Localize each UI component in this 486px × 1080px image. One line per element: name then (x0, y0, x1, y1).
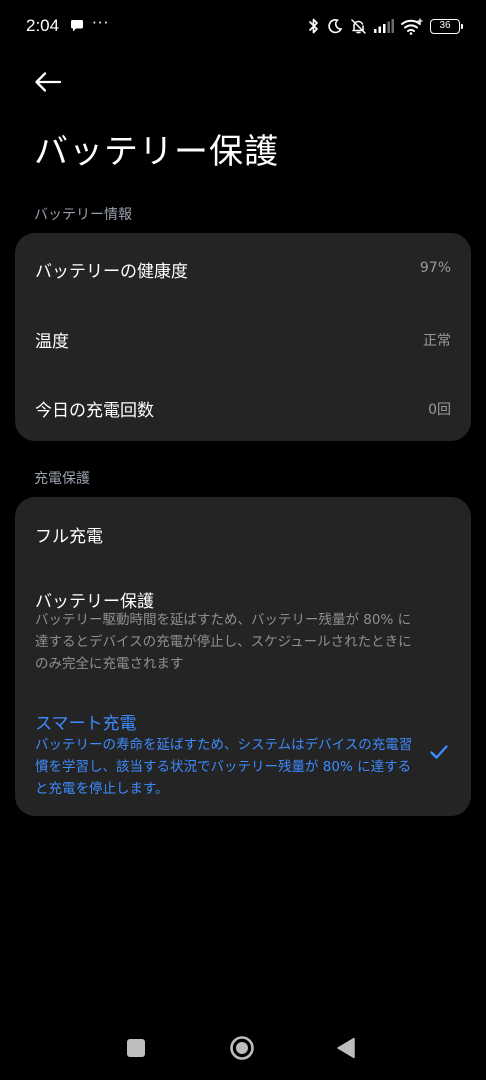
page-title: バッテリー保護 (34, 132, 279, 172)
checkmark-icon (430, 745, 448, 759)
arrow-left-icon (35, 72, 62, 92)
status-icons: 36 (308, 14, 463, 38)
moon-icon (328, 19, 343, 34)
row-value: 正常 (423, 333, 451, 349)
battery-icon: 36 (430, 18, 463, 34)
row-value: 97% (419, 260, 451, 276)
row-value: 0回 (428, 402, 451, 418)
battery-level: 36 (439, 20, 451, 31)
row-label: バッテリーの健康度 (35, 262, 188, 282)
option-title: スマート充電 (35, 714, 137, 734)
battery-info-card: バッテリーの健康度 97% 温度 正常 今日の充電回数 0回 (15, 233, 471, 441)
signal-icon (374, 19, 394, 33)
recent-apps-icon[interactable] (127, 1039, 145, 1057)
option-title: フル充電 (35, 527, 103, 547)
back-button[interactable] (26, 62, 70, 102)
row-label: 温度 (35, 332, 69, 352)
bell-off-icon (351, 18, 366, 34)
section-label-battery-info: バッテリー情報 (34, 207, 132, 223)
option-full-charge[interactable]: フル充電 (15, 497, 471, 569)
navigation-bar (0, 1020, 486, 1080)
wifi-icon (401, 17, 423, 35)
option-description: バッテリーの寿命を延ばすため、システムはデバイスの充電習慣を学習し、該当する状況… (35, 737, 413, 797)
option-description: バッテリー駆動時間を延ばすため、バッテリー残量が 80% に達するとデバイスの充… (35, 612, 412, 672)
charge-count-row[interactable]: 今日の充電回数 0回 (15, 372, 471, 441)
option-smart-charging[interactable]: スマート充電 バッテリーの寿命を延ばすため、システムはデバイスの充電習慣を学習し… (15, 697, 471, 807)
bluetooth-icon (309, 18, 318, 34)
back-triangle-icon[interactable] (336, 1037, 356, 1059)
more-notifications-icon: ··· (92, 14, 110, 32)
home-icon[interactable] (229, 1035, 255, 1061)
section-label-charge-protection: 充電保護 (34, 471, 90, 487)
battery-health-row[interactable]: バッテリーの健康度 97% (15, 233, 471, 303)
row-label: 今日の充電回数 (35, 401, 154, 421)
status-time: 2:04 (26, 16, 60, 35)
option-battery-protection[interactable]: バッテリー保護 バッテリー駆動時間を延ばすため、バッテリー残量が 80% に達す… (15, 569, 471, 682)
chat-bubble-icon (71, 20, 83, 32)
status-bar: 2:04 ··· 36 (0, 0, 486, 52)
charge-protection-card: フル充電 バッテリー保護 バッテリー駆動時間を延ばすため、バッテリー残量が 80… (15, 497, 471, 816)
temperature-row[interactable]: 温度 正常 (15, 303, 471, 372)
